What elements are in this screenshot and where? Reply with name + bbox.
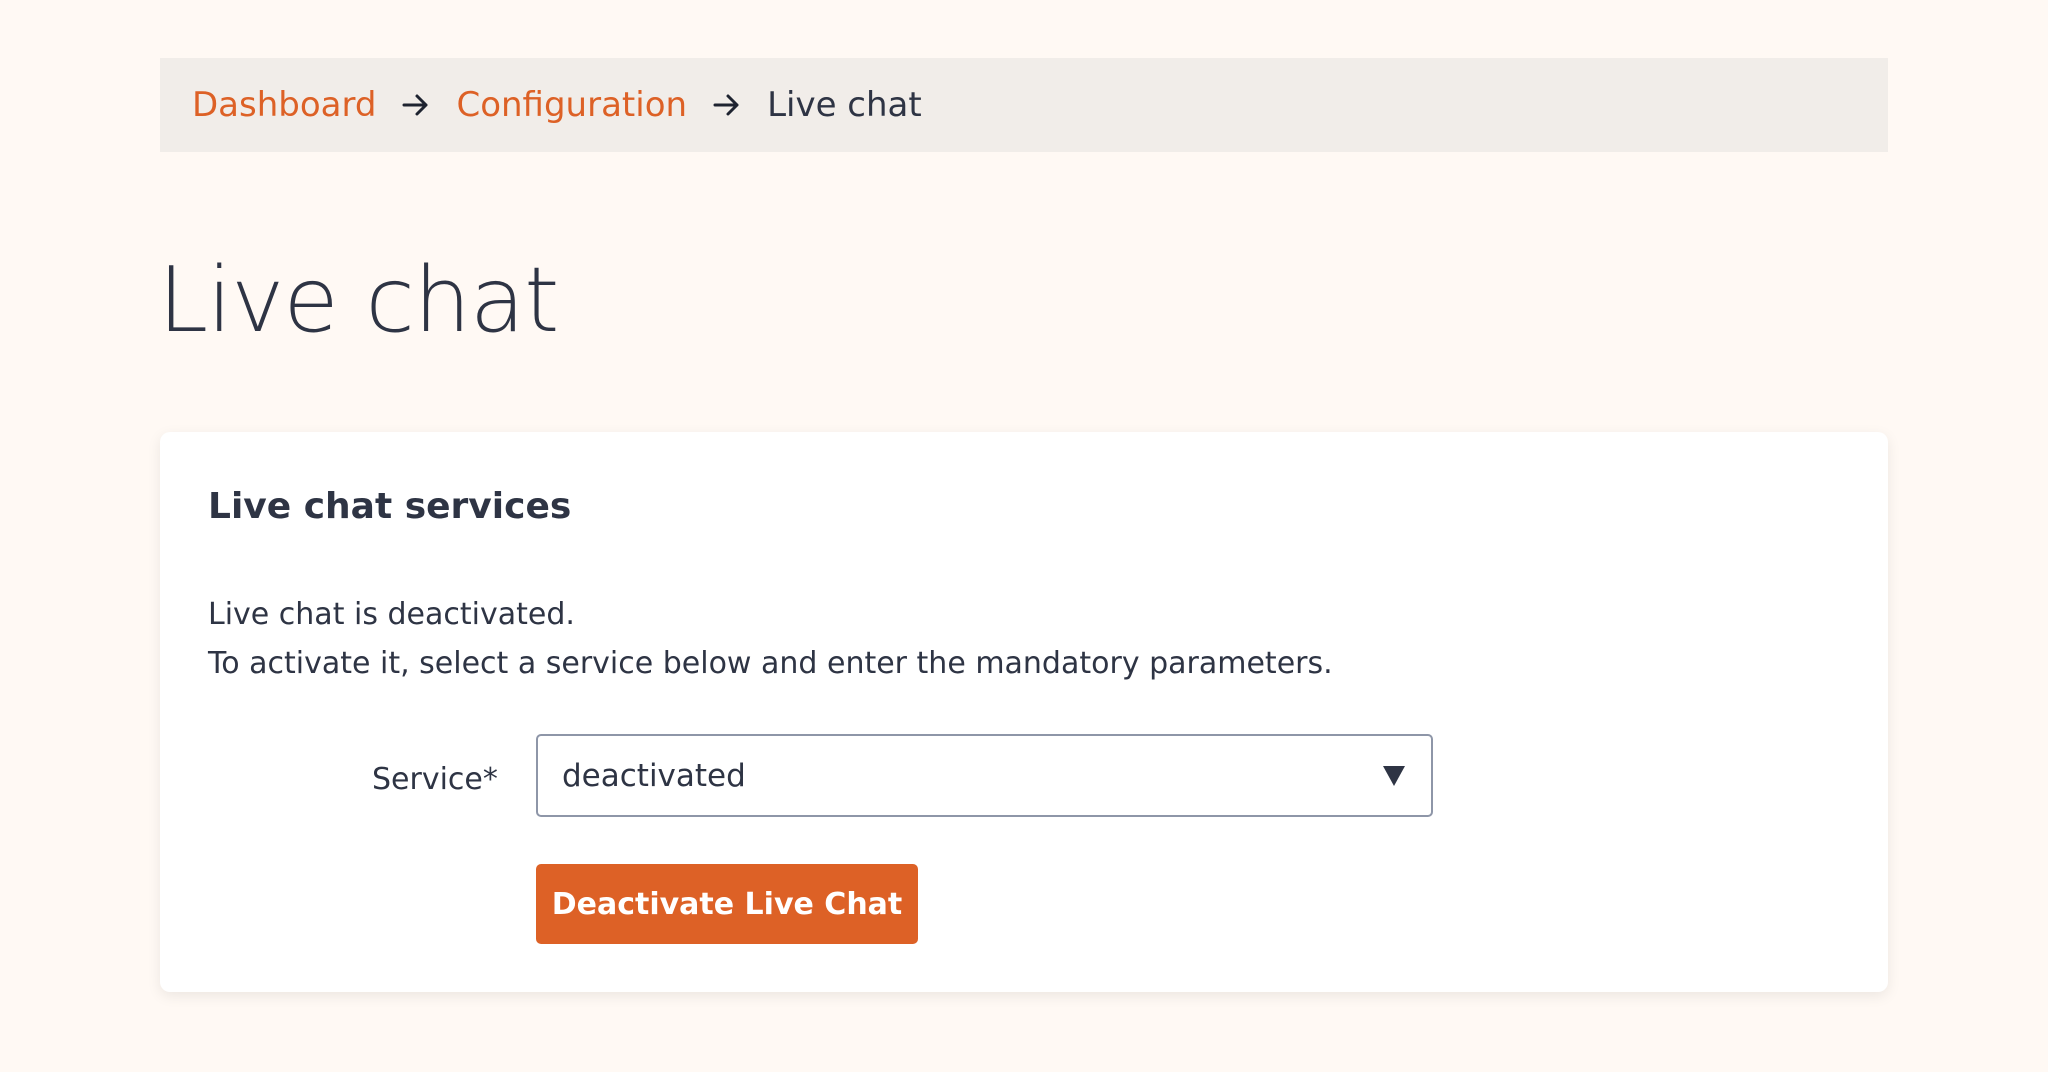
description-status: Live chat is deactivated. [208,597,575,632]
breadcrumb-current: Live chat [767,85,922,125]
description-instruction: To activate it, select a service below a… [208,646,1333,681]
card-title: Live chat services [208,486,572,527]
service-select[interactable]: deactivated [536,734,1433,817]
live-chat-services-card: Live chat services Live chat is deactiva… [160,432,1888,992]
breadcrumb-link-configuration[interactable]: Configuration [456,85,687,125]
arrow-right-icon [402,93,430,117]
caret-down-icon [1383,765,1405,786]
service-label: Service* [372,762,498,797]
page-title: Live chat [158,248,559,353]
description: Live chat is deactivated. To activate it… [208,590,1333,688]
breadcrumb-link-dashboard[interactable]: Dashboard [192,85,376,125]
breadcrumb: Dashboard Configuration Live chat [160,58,1888,152]
deactivate-live-chat-button[interactable]: Deactivate Live Chat [536,864,918,944]
arrow-right-icon [713,93,741,117]
service-select-value: deactivated [562,757,746,794]
